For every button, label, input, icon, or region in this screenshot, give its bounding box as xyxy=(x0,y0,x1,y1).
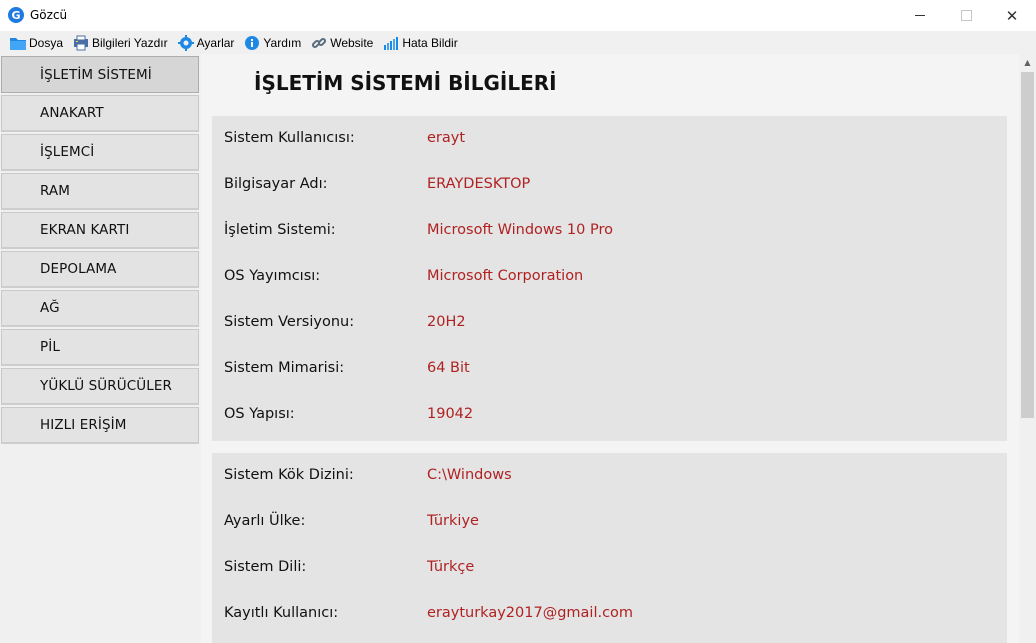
info-value: C:\Windows xyxy=(427,467,512,483)
sidebar-item-label: HIZLI ERİŞİM xyxy=(40,417,127,433)
info-value: 64 Bit xyxy=(427,360,470,376)
page-title: İŞLETİM SİSTEMİ BİLGİLERİ xyxy=(254,71,557,95)
window-title: Gözcü xyxy=(30,8,68,22)
menu-label: Website xyxy=(330,35,374,50)
sidebar-item-hizli-erisim[interactable]: HIZLI ERİŞİM xyxy=(1,407,199,444)
info-panel-primary: Sistem Kullanıcısı: erayt Bilgisayar Adı… xyxy=(212,116,1007,441)
sidebar: İŞLETİM SİSTEMİ ANAKART İŞLEMCİ RAM EKRA… xyxy=(0,54,201,643)
info-row: Sistem Versiyonu: 20H2 xyxy=(212,300,1007,346)
main-content: İŞLETİM SİSTEMİ BİLGİLERİ Sistem Kullanı… xyxy=(201,54,1019,643)
info-value: ERAYDESKTOP xyxy=(427,176,531,192)
info-value: Microsoft Corporation xyxy=(427,268,584,284)
sidebar-item-ekran-karti[interactable]: EKRAN KARTI xyxy=(1,212,199,249)
info-value: 19042 xyxy=(427,406,474,422)
info-icon xyxy=(244,35,260,51)
menu-label: Dosya xyxy=(29,35,64,50)
menu-label: Yardım xyxy=(263,35,302,50)
info-panel-secondary: Sistem Kök Dizini: C:\Windows Ayarlı Ülk… xyxy=(212,453,1007,643)
info-row: İşletim Sistemi: Microsoft Windows 10 Pr… xyxy=(212,208,1007,254)
info-label: Sistem Dili: xyxy=(224,559,307,575)
info-label: OS Yapısı: xyxy=(224,406,295,422)
close-icon: ✕ xyxy=(1005,6,1019,25)
link-icon xyxy=(311,35,327,51)
scroll-up-arrow-icon[interactable]: ▲ xyxy=(1019,54,1036,71)
sidebar-item-ram[interactable]: RAM xyxy=(1,173,199,210)
menu-item-hata-bildir[interactable]: Hata Bildir xyxy=(383,31,458,54)
sidebar-item-label: EKRAN KARTI xyxy=(40,222,130,238)
info-row: Sistem Mimarisi: 64 Bit xyxy=(212,346,1007,392)
menu-label: Ayarlar xyxy=(196,35,235,50)
minimize-button[interactable] xyxy=(897,0,943,31)
info-label: Sistem Versiyonu: xyxy=(224,314,355,330)
scroll-thumb[interactable] xyxy=(1021,72,1034,418)
info-value: erayt xyxy=(427,130,466,146)
sidebar-item-label: İŞLEMCİ xyxy=(40,144,95,160)
info-value: Microsoft Windows 10 Pro xyxy=(427,222,613,238)
vertical-scrollbar[interactable]: ▲ xyxy=(1019,54,1036,643)
info-label: İşletim Sistemi: xyxy=(224,222,336,238)
sidebar-item-label: DEPOLAMA xyxy=(40,261,117,277)
menu-item-dosya[interactable]: Dosya xyxy=(10,31,63,54)
sidebar-item-label: RAM xyxy=(40,183,71,199)
info-row: OS Yapısı: 19042 xyxy=(212,392,1007,438)
info-value: 20H2 xyxy=(427,314,466,330)
menu-item-yardim[interactable]: Yardım xyxy=(244,31,301,54)
title-bar: G Gözcü ✕ xyxy=(0,0,1036,32)
menu-item-website[interactable]: Website xyxy=(311,31,373,54)
sidebar-item-isletim-sistemi[interactable]: İŞLETİM SİSTEMİ xyxy=(1,56,199,93)
app-logo-icon: G xyxy=(8,7,24,23)
sidebar-item-yuklu-suruculer[interactable]: YÜKLÜ SÜRÜCÜLER xyxy=(1,368,199,405)
sidebar-item-label: PİL xyxy=(40,339,60,355)
sidebar-item-label: AĞ xyxy=(40,300,60,316)
info-value: Türkiye xyxy=(427,513,479,529)
printer-icon xyxy=(73,35,89,51)
minimize-icon xyxy=(915,15,925,16)
info-row: Ayarlı Ülke: Türkiye xyxy=(212,499,1007,545)
info-label: Ayarlı Ülke: xyxy=(224,513,306,529)
sidebar-item-depolama[interactable]: DEPOLAMA xyxy=(1,251,199,288)
bar-chart-icon xyxy=(383,35,399,51)
sidebar-item-anakart[interactable]: ANAKART xyxy=(1,95,199,132)
folder-icon xyxy=(10,35,26,51)
info-label: Bilgisayar Adı: xyxy=(224,176,328,192)
info-row: Bilgisayar Adı: ERAYDESKTOP xyxy=(212,162,1007,208)
sidebar-item-label: İŞLETİM SİSTEMİ xyxy=(40,66,152,83)
menu-item-ayarlar[interactable]: Ayarlar xyxy=(177,31,235,54)
info-row: Sistem Kök Dizini: C:\Windows xyxy=(212,453,1007,499)
info-value: Türkçe xyxy=(427,559,475,575)
info-label: Kayıtlı Kullanıcı: xyxy=(224,605,339,621)
maximize-button[interactable] xyxy=(943,0,989,31)
close-button[interactable]: ✕ xyxy=(989,0,1035,31)
sidebar-item-label: ANAKART xyxy=(40,105,104,121)
info-value: erayturkay2017@gmail.com xyxy=(427,605,634,621)
menu-label: Hata Bildir xyxy=(402,35,458,50)
info-label: Sistem Kök Dizini: xyxy=(224,467,354,483)
menu-bar: Dosya Bilgileri Yazdır Ayarlar Yardım We… xyxy=(0,31,1036,54)
menu-item-bilgileri-yazdir[interactable]: Bilgileri Yazdır xyxy=(73,31,168,54)
info-label: OS Yayımcısı: xyxy=(224,268,321,284)
sidebar-item-islemci[interactable]: İŞLEMCİ xyxy=(1,134,199,171)
sidebar-item-pil[interactable]: PİL xyxy=(1,329,199,366)
info-label: Sistem Mimarisi: xyxy=(224,360,345,376)
gear-icon xyxy=(177,34,194,51)
info-row: Sistem Kullanıcısı: erayt xyxy=(212,116,1007,162)
menu-label: Bilgileri Yazdır xyxy=(92,35,168,50)
info-row: Kayıtlı Kullanıcı: erayturkay2017@gmail.… xyxy=(212,591,1007,637)
sidebar-item-label: YÜKLÜ SÜRÜCÜLER xyxy=(40,378,172,394)
info-row: Sistem Dili: Türkçe xyxy=(212,545,1007,591)
sidebar-item-ag[interactable]: AĞ xyxy=(1,290,199,327)
info-row: OS Yayımcısı: Microsoft Corporation xyxy=(212,254,1007,300)
info-label: Sistem Kullanıcısı: xyxy=(224,130,355,146)
maximize-icon xyxy=(960,10,972,21)
